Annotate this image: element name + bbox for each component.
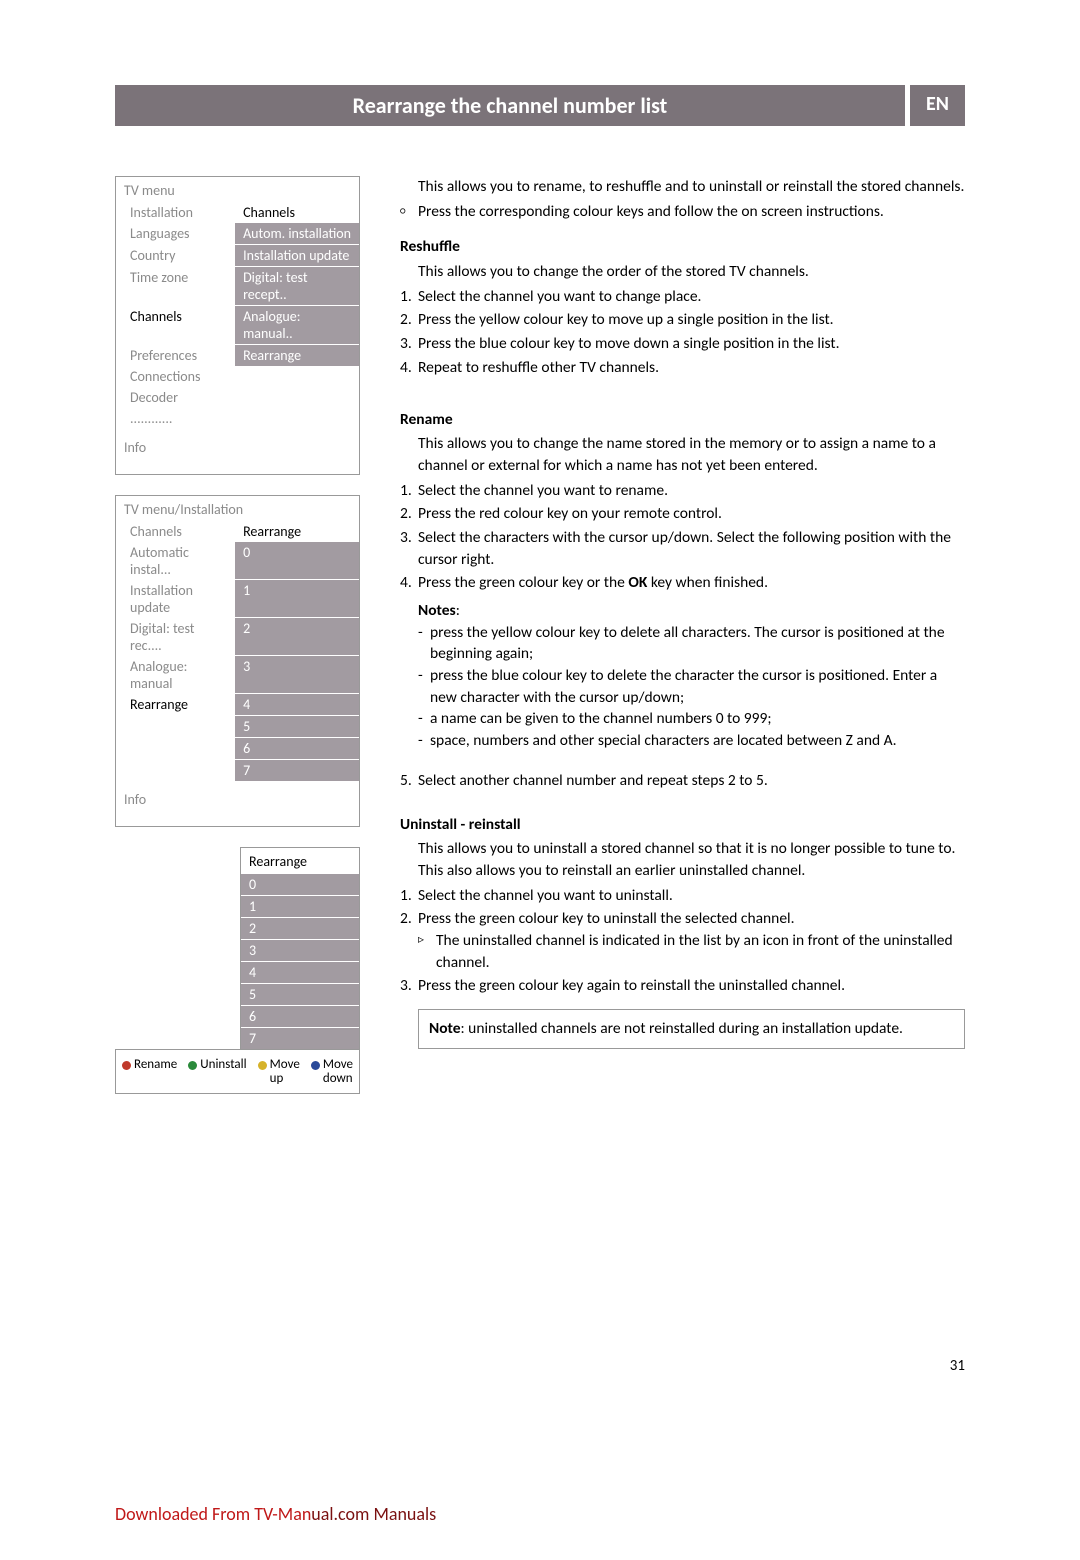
- content: TV menu InstallationChannels LanguagesAu…: [115, 176, 965, 1094]
- header-bar: Rearrange the channel number list EN: [115, 85, 965, 126]
- rename-heading: Rename: [400, 409, 965, 431]
- legend-rename: Rename: [122, 1058, 177, 1087]
- left-column: TV menu InstallationChannels LanguagesAu…: [115, 176, 360, 1094]
- menu-info: Info: [116, 781, 359, 826]
- reshuffle-heading: Reshuffle: [400, 236, 965, 258]
- tv-menu-box: TV menu InstallationChannels LanguagesAu…: [115, 176, 360, 475]
- menu-info: Info: [116, 429, 359, 474]
- colour-key-legend: Rename Uninstall Moveup Movedown: [115, 1049, 360, 1094]
- installation-menu-box: TV menu/Installation ChannelsRearrange A…: [115, 495, 360, 827]
- page-title: Rearrange the channel number list: [115, 85, 905, 126]
- note-box: Note: uninstalled channels are not reins…: [418, 1009, 965, 1049]
- footer-source: Downloaded From TV-Manual.com Manuals: [115, 1503, 436, 1525]
- uninstall-steps: 1.Select the channel you want to uninsta…: [400, 885, 965, 997]
- rearrange-list-box: Rearrange 0 1 2 3 4 5 6 7: [240, 847, 360, 1050]
- legend-move-up: Moveup: [258, 1058, 300, 1087]
- page-number: 31: [950, 1357, 965, 1375]
- reshuffle-steps: 1.Select the channel you want to change …: [400, 286, 965, 379]
- legend-uninstall: Uninstall: [188, 1058, 246, 1087]
- yellow-dot-icon: [258, 1061, 267, 1070]
- rename-steps: 1.Select the channel you want to rename.…: [400, 480, 965, 594]
- red-dot-icon: [122, 1061, 131, 1070]
- body-text: This allows you to rename, to reshuffle …: [400, 176, 965, 1094]
- uninstall-heading: Uninstall - reinstall: [400, 814, 965, 836]
- blue-dot-icon: [311, 1061, 320, 1070]
- green-dot-icon: [188, 1061, 197, 1070]
- language-badge: EN: [910, 85, 965, 126]
- rename-notes: Notes: press the yellow colour key to de…: [418, 600, 965, 752]
- menu-title: TV menu/Installation: [116, 496, 359, 521]
- menu-title: TV menu: [116, 177, 359, 202]
- legend-move-down: Movedown: [311, 1058, 353, 1087]
